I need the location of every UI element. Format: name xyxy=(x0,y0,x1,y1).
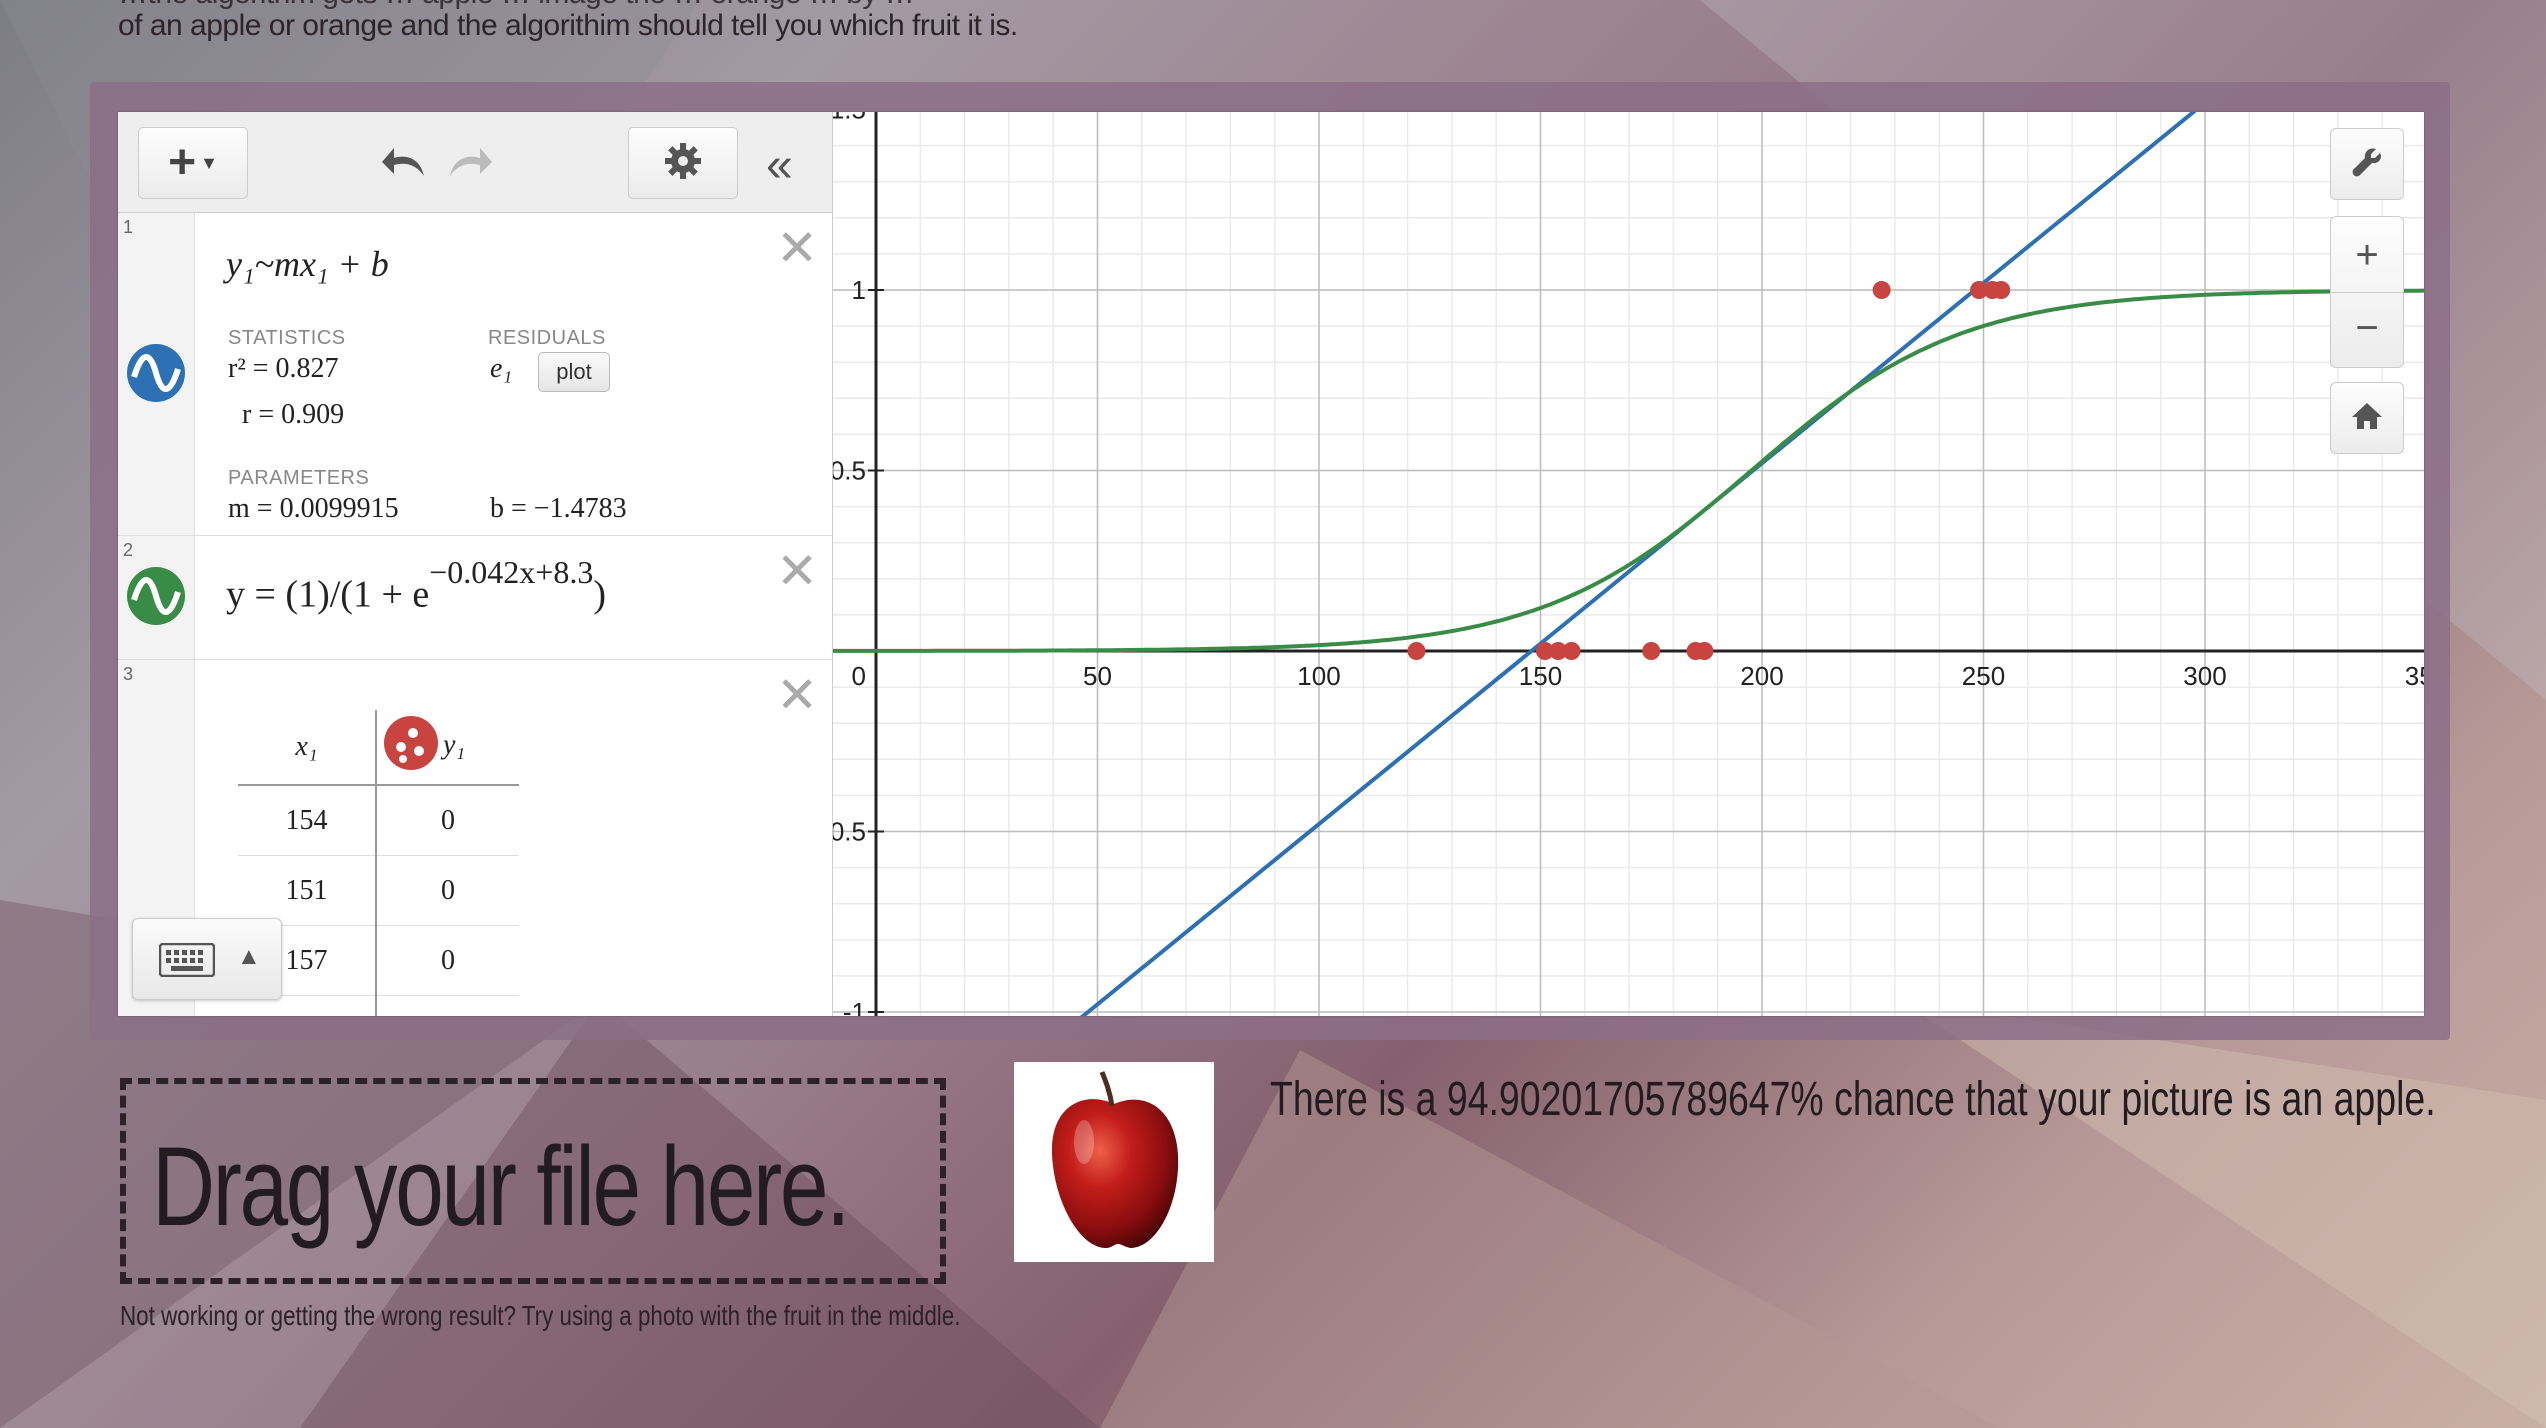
y-tick-label: 1 xyxy=(852,275,866,305)
keyboard-toggle-button[interactable]: ▲ xyxy=(132,918,282,1000)
plot-residuals-button[interactable]: plot xyxy=(538,352,610,392)
data-point xyxy=(1872,281,1891,299)
x-tick-label: 300 xyxy=(2183,661,2226,691)
residuals-label: RESIDUALS xyxy=(488,327,606,349)
redo-icon[interactable] xyxy=(444,140,494,184)
y-tick-label: -1 xyxy=(843,997,866,1016)
x-tick-label: 50 xyxy=(1083,661,1112,691)
file-drop-zone[interactable]: Drag your file here. xyxy=(120,1078,946,1284)
expression-gutter: 2 xyxy=(118,536,195,659)
wrench-icon xyxy=(2350,145,2384,184)
formula-close: ) xyxy=(593,573,606,616)
chevron-up-icon: ▲ xyxy=(237,943,261,970)
data-point xyxy=(1562,642,1581,660)
table-header-y[interactable]: y₁ xyxy=(376,710,519,786)
y-tick-label: -0.5 xyxy=(833,817,866,847)
table-cell[interactable]: 151 xyxy=(238,855,377,926)
origin-label: 0 xyxy=(852,661,866,691)
data-point xyxy=(1642,642,1661,660)
x-tick-label: 250 xyxy=(1962,661,2005,691)
logistic-formula[interactable]: y = (1)/(1 + e−0.042x+8.3) xyxy=(226,554,606,617)
drop-zone-label: Drag your file here. xyxy=(152,1124,850,1249)
regression-icon[interactable] xyxy=(126,343,186,408)
default-viewport-button[interactable] xyxy=(2330,382,2404,454)
graph-area[interactable]: 50 100 150 200 250 300 350 -1 -0.5 0.5 1 1.5 0 + − xyxy=(821,112,2424,1016)
delete-expression-icon[interactable]: ✕ xyxy=(776,546,818,596)
table-row[interactable]: 1870 xyxy=(238,995,519,1016)
expression-number: 3 xyxy=(123,664,134,684)
x-tick-label: 350 xyxy=(2405,661,2424,691)
undo-icon[interactable] xyxy=(380,140,430,184)
x-tick-label: 150 xyxy=(1519,661,1562,691)
add-item-button[interactable]: + ▼ xyxy=(138,127,248,199)
prediction-result: There is a 94.90201705789647% chance tha… xyxy=(1270,1073,2436,1126)
table-cell[interactable]: 0 xyxy=(376,925,519,996)
home-icon xyxy=(2350,401,2384,436)
formula-main: y = (1)/(1 + e xyxy=(226,573,430,616)
delete-expression-icon[interactable]: ✕ xyxy=(776,223,818,273)
data-point xyxy=(1695,642,1714,660)
table-row[interactable]: 154 0 xyxy=(238,784,519,856)
table-header-y-label: y₁ xyxy=(443,729,466,761)
regression-formula[interactable]: y₁~mx₁ + b xyxy=(226,243,389,285)
y-tick-label: 0.5 xyxy=(833,456,866,486)
y-tick-label: 1.5 xyxy=(833,112,866,125)
residual-variable: e₁ xyxy=(490,353,513,384)
zoom-in-icon[interactable]: + xyxy=(2355,220,2378,292)
chevron-down-icon: ▼ xyxy=(200,152,218,173)
expression-gutter: 1 xyxy=(118,213,195,535)
zoom-out-icon[interactable]: − xyxy=(2331,291,2403,365)
table-cell[interactable]: 0 xyxy=(376,784,519,856)
table-cell[interactable]: 0 xyxy=(376,855,519,926)
expression-number: 2 xyxy=(123,540,134,560)
data-point xyxy=(1992,281,2011,299)
formula-exponent: −0.042x+8.3 xyxy=(429,554,594,590)
apple-photo xyxy=(1014,1062,1214,1262)
r-value: r = 0.909 xyxy=(242,399,345,430)
param-b-value: b = −1.4783 xyxy=(490,493,627,524)
zoom-controls: + − xyxy=(2330,216,2404,368)
expression-1[interactable]: 1 y₁~mx₁ + b ✕ STATISTICS RESIDUALS r² =… xyxy=(118,213,832,536)
x-tick-label: 200 xyxy=(1740,661,1783,691)
x-tick-label: 100 xyxy=(1297,661,1340,691)
r-squared-value: r² = 0.827 xyxy=(228,353,339,384)
plus-icon: + xyxy=(168,136,197,189)
data-point xyxy=(1407,642,1426,660)
table-header-x[interactable]: x₁ xyxy=(238,710,377,786)
double-chevron-left-icon[interactable]: « xyxy=(766,138,793,193)
graph-toggle-icon[interactable] xyxy=(126,566,186,631)
intro-line-2: of an apple or orange and the algorithim… xyxy=(118,9,1018,42)
gear-icon xyxy=(663,141,703,186)
expression-2[interactable]: 2 y = (1)/(1 + e−0.042x+8.3) ✕ xyxy=(118,536,832,660)
statistics-label: STATISTICS xyxy=(228,327,346,349)
expression-number: 1 xyxy=(123,217,134,237)
graph-settings-button[interactable] xyxy=(2330,128,2404,200)
table-cell[interactable]: 154 xyxy=(238,784,377,856)
scatter-points-icon[interactable] xyxy=(383,715,439,779)
desmos-calculator: + ▼ « 1 y₁~mx₁ + b ✕ STATISTICS RESIDUAL… xyxy=(118,112,2424,1016)
keyboard-icon xyxy=(158,942,216,982)
table-cell[interactable]: 0 xyxy=(376,995,519,1016)
hint-text: Not working or getting the wrong result?… xyxy=(120,1300,961,1331)
expression-panel: + ▼ « 1 y₁~mx₁ + b ✕ STATISTICS RESIDUAL… xyxy=(118,112,833,1016)
table-row[interactable]: 151 0 xyxy=(238,855,519,926)
graph-canvas[interactable]: 50 100 150 200 250 300 350 -1 -0.5 0.5 1 1.5 0 xyxy=(821,112,2424,1016)
param-m-value: m = 0.0099915 xyxy=(228,493,399,524)
delete-expression-icon[interactable]: ✕ xyxy=(776,670,818,720)
parameters-label: PARAMETERS xyxy=(228,467,370,489)
expression-toolbar: + ▼ « xyxy=(118,112,832,213)
settings-button[interactable] xyxy=(628,127,738,199)
